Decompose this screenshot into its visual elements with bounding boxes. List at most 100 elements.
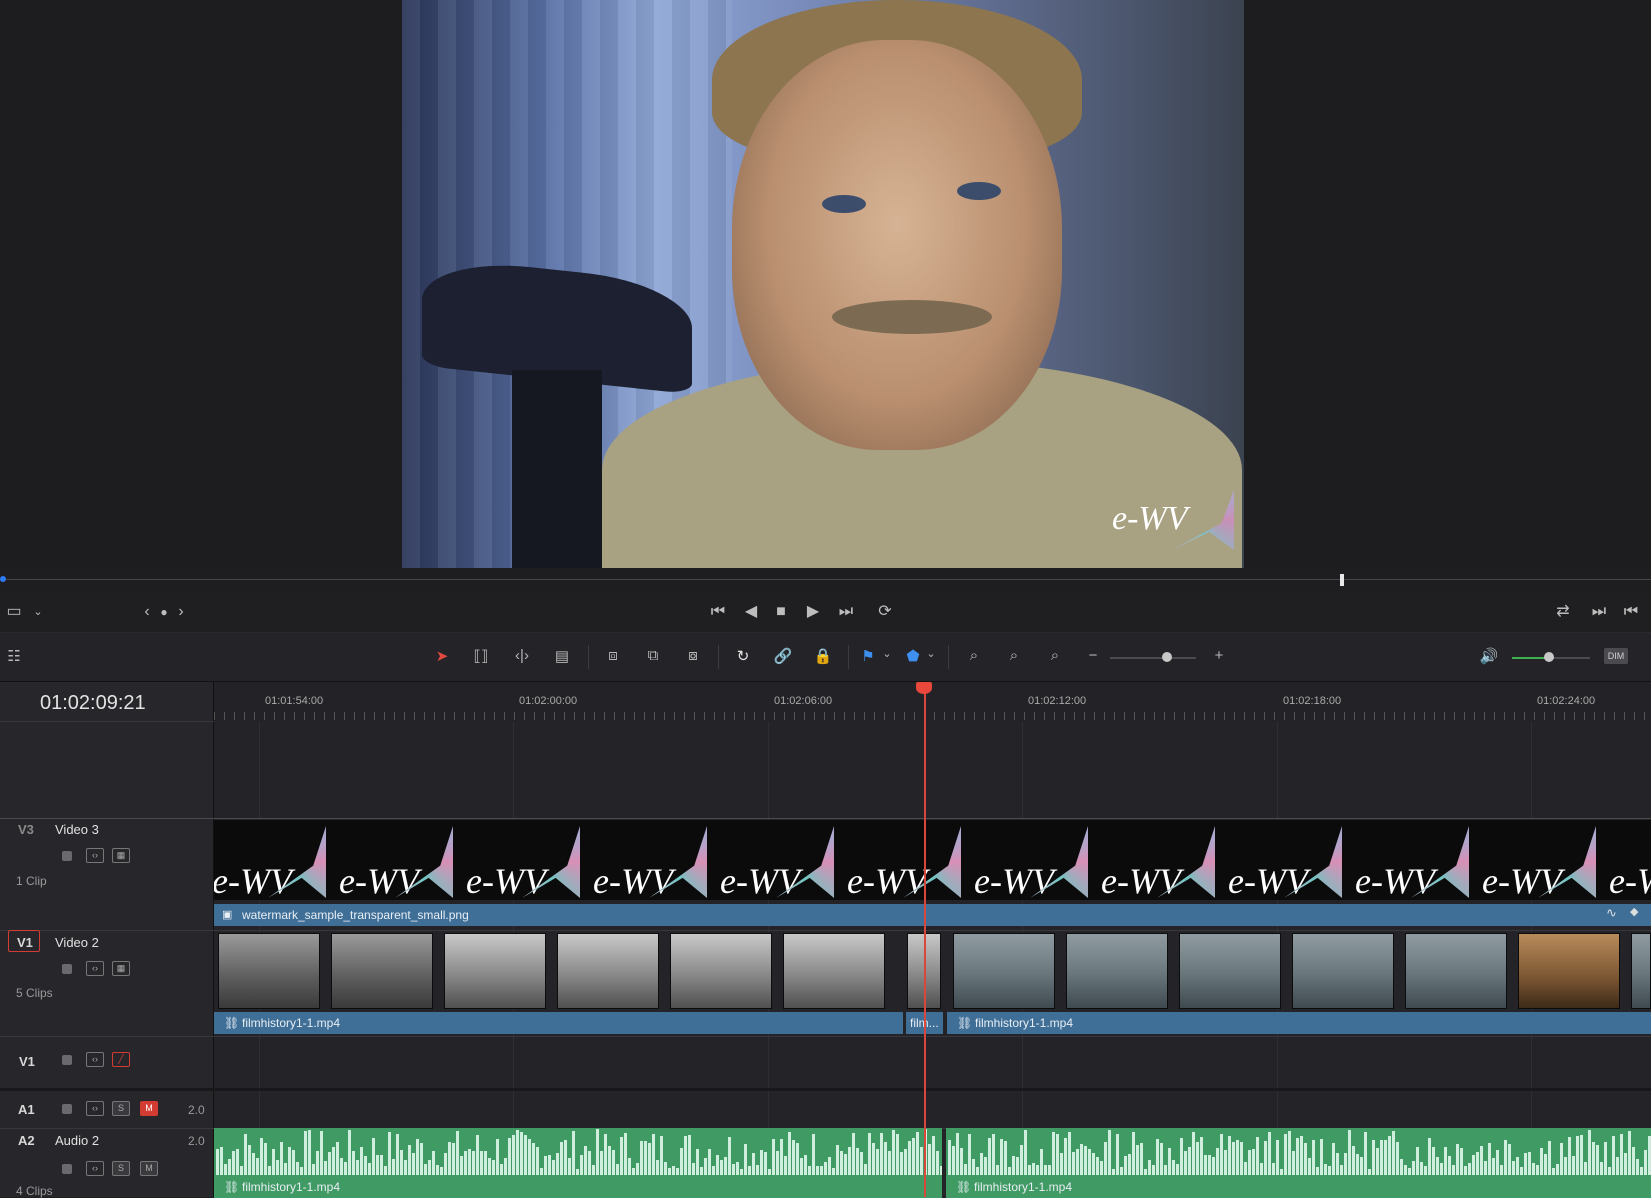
play-reverse-icon[interactable]: ◀ <box>740 592 762 632</box>
linked-selection-icon[interactable]: 🔗 <box>772 647 794 665</box>
clip-thumbnail[interactable] <box>783 933 885 1009</box>
zoom-detail-icon[interactable]: ⌕ <box>1000 647 1028 664</box>
dot-icon[interactable]: ● <box>156 592 172 632</box>
lock-icon[interactable] <box>62 1104 72 1114</box>
clip-thumbnail[interactable] <box>1179 933 1281 1009</box>
zoom-full-icon[interactable]: ⌕ <box>960 647 988 664</box>
clip-thumbnail[interactable] <box>953 933 1055 1009</box>
scrub-out-marker[interactable] <box>1340 574 1344 586</box>
trim-tool-icon[interactable]: ⟦⟧ <box>466 647 496 665</box>
skip-start-icon[interactable]: ⏮ <box>704 592 732 632</box>
zoom-in-icon[interactable]: + <box>1212 647 1226 664</box>
v3-clip-thumbnails[interactable]: e-WV e-WV e-WV e-WV e-WV e-WV e-WV e-WV e-WV e-WV… <box>214 820 1651 900</box>
flag-icon[interactable]: ⚑ <box>858 647 878 665</box>
skip-end-icon[interactable]: ⏭ <box>832 592 860 632</box>
speaker-icon[interactable]: 🔊 <box>1478 647 1500 665</box>
ruler-tick <box>1564 712 1565 720</box>
ruler-tick <box>1524 712 1525 720</box>
stop-icon[interactable]: ■ <box>770 592 792 632</box>
waveform-bar <box>536 1146 539 1175</box>
clip-thumbnail[interactable] <box>1631 933 1651 1009</box>
clip-thumbnail[interactable] <box>557 933 659 1009</box>
replace-clip-icon[interactable]: ⧇ <box>678 647 708 664</box>
v2-clip-3-label[interactable]: ⛓ filmhistory1-1.mp4 <box>947 1012 1651 1034</box>
auto-select-icon[interactable]: ‹› <box>86 1101 104 1116</box>
track-name-v2[interactable]: Video 2 <box>55 935 99 950</box>
marker-icon[interactable]: ⬟ <box>904 647 922 665</box>
solo-button-a2[interactable]: S <box>112 1161 130 1176</box>
loop-icon[interactable]: ⟳ <box>872 592 898 632</box>
keyframe-icon[interactable]: ◆ <box>1630 905 1638 918</box>
clip-thumbnail[interactable] <box>331 933 433 1009</box>
zoom-slider-handle[interactable] <box>1162 652 1172 662</box>
dynamic-trim-icon[interactable]: ‹|› <box>508 647 536 664</box>
mute-button-a2[interactable]: M <box>140 1161 158 1176</box>
clip-thumbnail[interactable] <box>1066 933 1168 1009</box>
a2-clip-1-label[interactable]: ⛓ filmhistory1-1.mp4 <box>214 1176 942 1198</box>
solo-button-a1[interactable]: S <box>112 1101 130 1116</box>
curve-icon[interactable]: ∿ <box>1606 905 1617 921</box>
prev-clip-icon[interactable]: ⏮ <box>1620 592 1642 632</box>
scrub-bar[interactable] <box>0 574 1651 586</box>
zoom-out-icon[interactable]: − <box>1086 647 1100 664</box>
play-icon[interactable]: ▶ <box>802 592 824 632</box>
track-name-a2[interactable]: Audio 2 <box>55 1133 99 1148</box>
timeline-toolbar: ☷ ➤ ⟦⟧ ‹|› ▤ ⧈ ⧉ ⧇ ↻ 🔗 🔒 ⚑ ⌄ ⬟ ⌄ ⌕ ⌕ ⌕ −… <box>0 633 1651 682</box>
track-disabled-icon[interactable]: ╱ <box>112 1052 130 1067</box>
waveform-bar <box>648 1142 651 1175</box>
waveform-bar <box>932 1135 935 1175</box>
layout-icon[interactable]: ☷ <box>2 647 26 665</box>
clip-thumbnail[interactable] <box>1518 933 1620 1009</box>
waveform-bar <box>364 1155 367 1175</box>
playhead-line[interactable] <box>924 682 926 1197</box>
clip-thumbnail[interactable] <box>670 933 772 1009</box>
ruler-tick <box>234 712 235 720</box>
ruler-tick <box>554 712 555 720</box>
chevron-down-icon[interactable]: ⌄ <box>28 592 48 632</box>
overwrite-clip-icon[interactable]: ⧉ <box>640 647 666 664</box>
auto-select-icon[interactable]: ‹› <box>86 1161 104 1176</box>
match-frame-icon[interactable]: ⇄ <box>1550 592 1576 632</box>
dim-button[interactable]: DIM <box>1604 648 1628 664</box>
timecode-display[interactable]: 01:02:09:21 <box>40 692 146 715</box>
playhead-handle[interactable] <box>916 682 932 694</box>
frame-eye-right <box>957 182 1001 200</box>
auto-select-icon[interactable]: ‹› <box>86 1052 104 1067</box>
insert-clip-icon[interactable]: ⧈ <box>598 647 628 664</box>
auto-select-icon[interactable]: ‹› <box>86 848 104 863</box>
lock-icon[interactable] <box>62 851 72 861</box>
ruler-tick <box>1344 712 1345 720</box>
volume-track[interactable] <box>1550 657 1590 659</box>
blade-tool-icon[interactable]: ▤ <box>548 647 576 665</box>
scrub-position-dot[interactable] <box>0 576 6 582</box>
auto-select-icon[interactable]: ‹› <box>86 961 104 976</box>
flag-dropdown-icon[interactable]: ⌄ <box>880 647 894 660</box>
clip-thumbnail[interactable] <box>218 933 320 1009</box>
v3-clip-label[interactable]: ▣ watermark_sample_transparent_small.png <box>214 904 1651 926</box>
waveform-bar <box>1120 1167 1123 1175</box>
track-enable-icon[interactable]: ▦ <box>112 848 130 863</box>
zoom-slider-track[interactable] <box>1110 657 1196 659</box>
marker-dropdown-icon[interactable]: ⌄ <box>924 647 938 660</box>
next-icon[interactable]: › <box>174 592 188 632</box>
clip-thumbnail[interactable] <box>444 933 546 1009</box>
lock-icon[interactable] <box>62 964 72 974</box>
v2-clip-1-label[interactable]: ⛓ filmhistory1-1.mp4 <box>214 1012 903 1034</box>
position-lock-icon[interactable]: 🔒 <box>812 647 834 665</box>
track-enable-icon[interactable]: ▦ <box>112 961 130 976</box>
mute-button-a1[interactable]: M <box>140 1101 158 1116</box>
viewer-mode-icon[interactable]: ▭ <box>4 592 24 632</box>
volume-handle[interactable] <box>1544 652 1554 662</box>
lock-icon[interactable] <box>62 1055 72 1065</box>
next-clip-icon[interactable]: ⏭ <box>1588 592 1610 632</box>
a2-clip-2-label[interactable]: ⛓ filmhistory1-1.mp4 <box>946 1176 1651 1198</box>
zoom-custom-icon[interactable]: ⌕ <box>1040 647 1070 664</box>
track-name-v3[interactable]: Video 3 <box>55 822 99 837</box>
clip-thumbnail[interactable] <box>1292 933 1394 1009</box>
selection-tool-icon[interactable]: ➤ <box>432 647 452 665</box>
clip-thumbnail[interactable] <box>1405 933 1507 1009</box>
prev-icon[interactable]: ‹ <box>140 592 154 632</box>
timeline-ruler[interactable] <box>214 682 1651 723</box>
snapping-icon[interactable]: ↻ <box>732 647 754 665</box>
lock-icon[interactable] <box>62 1164 72 1174</box>
